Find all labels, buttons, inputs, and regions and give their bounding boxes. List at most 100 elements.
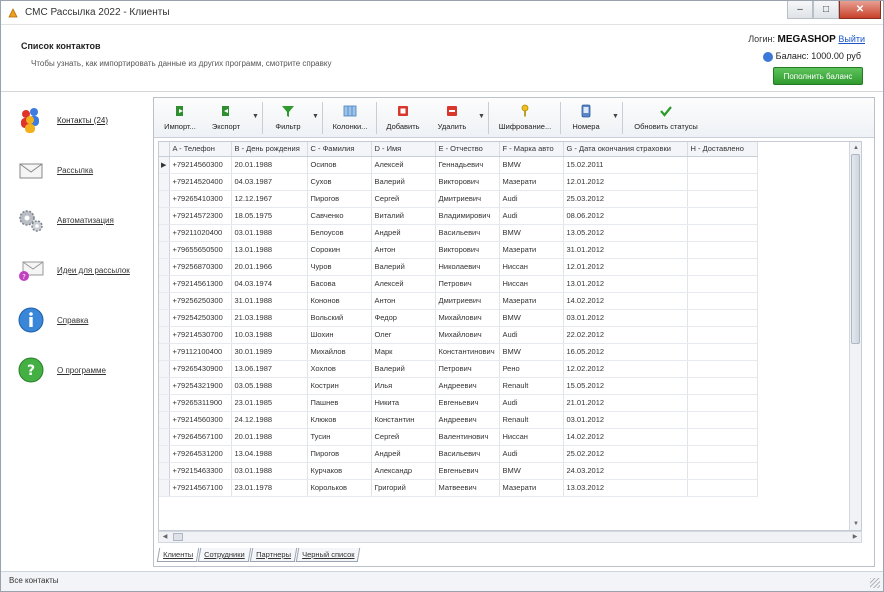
- table-cell[interactable]: 18.05.1975: [231, 207, 308, 225]
- table-row[interactable]: +79214530700 10.03.1988 Шохин Олег Михайлови…: [159, 326, 758, 344]
- table-cell[interactable]: BMW: [499, 224, 564, 242]
- table-cell[interactable]: [687, 343, 758, 361]
- topup-balance-button[interactable]: Пополнить баланс: [773, 67, 863, 85]
- table-cell[interactable]: Антон: [371, 241, 436, 259]
- table-row[interactable]: +79214572300 18.05.1975 Савченко Виталий Вла…: [159, 207, 758, 225]
- table-cell[interactable]: 12.01.2012: [563, 258, 688, 276]
- table-cell[interactable]: +79265410300: [169, 190, 232, 208]
- table-row[interactable]: +79256870300 20.01.1966 Чуров Валерий Никола…: [159, 258, 758, 276]
- table-cell[interactable]: 25.03.2012: [563, 190, 688, 208]
- table-cell[interactable]: 14.02.2012: [563, 428, 688, 446]
- column-header[interactable]: F - Марка авто: [499, 142, 564, 157]
- table-row[interactable]: +79254321900 03.05.1988 Кострин Илья Андреев…: [159, 377, 758, 395]
- table-cell[interactable]: Олег: [371, 326, 436, 344]
- table-cell[interactable]: Антон: [371, 292, 436, 310]
- resize-grip-icon[interactable]: [870, 578, 880, 588]
- table-row[interactable]: +79655650500 13.01.1988 Сорокин Антон Виктор…: [159, 241, 758, 259]
- table-cell[interactable]: BMW: [499, 343, 564, 361]
- column-header[interactable]: C - Фамилия: [307, 142, 372, 157]
- table-cell[interactable]: 20.01.1988: [231, 156, 308, 174]
- table-cell[interactable]: Пирогов: [307, 190, 372, 208]
- sidebar-item-automation[interactable]: Автоматизация: [17, 203, 149, 237]
- table-cell[interactable]: +79214572300: [169, 207, 232, 225]
- table-cell[interactable]: Викторович: [435, 173, 500, 191]
- export-button[interactable]: Экспорт: [206, 100, 246, 136]
- table-cell[interactable]: Валентинович: [435, 428, 500, 446]
- table-cell[interactable]: [687, 462, 758, 480]
- table-cell[interactable]: 23.01.1985: [231, 394, 308, 412]
- horizontal-scrollbar[interactable]: ◀ ▶: [158, 531, 862, 543]
- table-cell[interactable]: 03.01.2012: [563, 411, 688, 429]
- logout-link[interactable]: Выйти: [838, 34, 865, 44]
- table-cell[interactable]: 16.05.2012: [563, 343, 688, 361]
- table-cell[interactable]: Васильевич: [435, 224, 500, 242]
- refresh-statuses-button[interactable]: Обновить статусы: [626, 100, 706, 136]
- scroll-up-icon[interactable]: ▲: [851, 143, 861, 153]
- table-cell[interactable]: [687, 445, 758, 463]
- filter-dropdown-icon[interactable]: ▼: [312, 113, 319, 120]
- table-cell[interactable]: [687, 292, 758, 310]
- table-cell[interactable]: Мазерати: [499, 479, 564, 497]
- table-cell[interactable]: Константин: [371, 411, 436, 429]
- table-cell[interactable]: Audi: [499, 394, 564, 412]
- numbers-button[interactable]: Номера: [564, 100, 608, 136]
- table-cell[interactable]: 08.06.2012: [563, 207, 688, 225]
- table-cell[interactable]: BMW: [499, 309, 564, 327]
- table-cell[interactable]: 31.01.2012: [563, 241, 688, 259]
- table-cell[interactable]: Владимирович: [435, 207, 500, 225]
- table-cell[interactable]: +79655650500: [169, 241, 232, 259]
- table-cell[interactable]: Курчаков: [307, 462, 372, 480]
- table-cell[interactable]: Ниссан: [499, 275, 564, 293]
- table-row[interactable]: +79214520400 04.03.1987 Сухов Валерий Виктор…: [159, 173, 758, 191]
- table-cell[interactable]: [687, 173, 758, 191]
- table-cell[interactable]: 21.01.2012: [563, 394, 688, 412]
- delete-dropdown-icon[interactable]: ▼: [478, 113, 485, 120]
- table-cell[interactable]: 03.05.1988: [231, 377, 308, 395]
- table-cell[interactable]: 13.01.1988: [231, 241, 308, 259]
- table-cell[interactable]: 13.01.2012: [563, 275, 688, 293]
- import-button[interactable]: Импорт...: [158, 100, 202, 136]
- encryption-button[interactable]: Шифрование...: [492, 100, 558, 136]
- export-dropdown-icon[interactable]: ▼: [252, 113, 259, 120]
- table-cell[interactable]: Илья: [371, 377, 436, 395]
- table-row[interactable]: +79214560300 24.12.1988 Клюков Константин Ан…: [159, 411, 758, 429]
- minimize-button[interactable]: –: [787, 1, 813, 19]
- table-cell[interactable]: 04.03.1987: [231, 173, 308, 191]
- column-header[interactable]: A - Телефон: [169, 142, 232, 157]
- table-cell[interactable]: Матвеевич: [435, 479, 500, 497]
- table-cell[interactable]: Кострин: [307, 377, 372, 395]
- table-cell[interactable]: Михайлов: [307, 343, 372, 361]
- table-cell[interactable]: 22.02.2012: [563, 326, 688, 344]
- table-cell[interactable]: Шохин: [307, 326, 372, 344]
- table-cell[interactable]: Михайлович: [435, 309, 500, 327]
- table-row[interactable]: +79214567100 23.01.1978 Корольков Григорий М…: [159, 479, 758, 497]
- table-cell[interactable]: Алексей: [371, 275, 436, 293]
- table-cell[interactable]: Кононов: [307, 292, 372, 310]
- column-header[interactable]: D - Имя: [371, 142, 436, 157]
- scroll-thumb[interactable]: [851, 154, 860, 344]
- table-cell[interactable]: 24.03.2012: [563, 462, 688, 480]
- table-cell[interactable]: +79256870300: [169, 258, 232, 276]
- table-cell[interactable]: Александр: [371, 462, 436, 480]
- table-cell[interactable]: 12.12.1967: [231, 190, 308, 208]
- table-cell[interactable]: 12.02.2012: [563, 360, 688, 378]
- table-cell[interactable]: Мазерати: [499, 241, 564, 259]
- table-cell[interactable]: +79265430900: [169, 360, 232, 378]
- table-cell[interactable]: 30.01.1989: [231, 343, 308, 361]
- table-cell[interactable]: 24.12.1988: [231, 411, 308, 429]
- table-cell[interactable]: Федор: [371, 309, 436, 327]
- table-cell[interactable]: +79256250300: [169, 292, 232, 310]
- table-cell[interactable]: Савченко: [307, 207, 372, 225]
- tab-blacklist[interactable]: Черный список: [295, 548, 361, 562]
- table-cell[interactable]: Белоусов: [307, 224, 372, 242]
- table-cell[interactable]: +79211020400: [169, 224, 232, 242]
- table-cell[interactable]: Audi: [499, 445, 564, 463]
- table-cell[interactable]: [687, 190, 758, 208]
- sidebar-item-help[interactable]: Справка: [17, 303, 149, 337]
- table-cell[interactable]: Дмитриевич: [435, 190, 500, 208]
- table-cell[interactable]: [687, 224, 758, 242]
- close-button[interactable]: ✕: [839, 1, 881, 19]
- table-cell[interactable]: [687, 377, 758, 395]
- table-cell[interactable]: Николаевич: [435, 258, 500, 276]
- table-cell[interactable]: [687, 309, 758, 327]
